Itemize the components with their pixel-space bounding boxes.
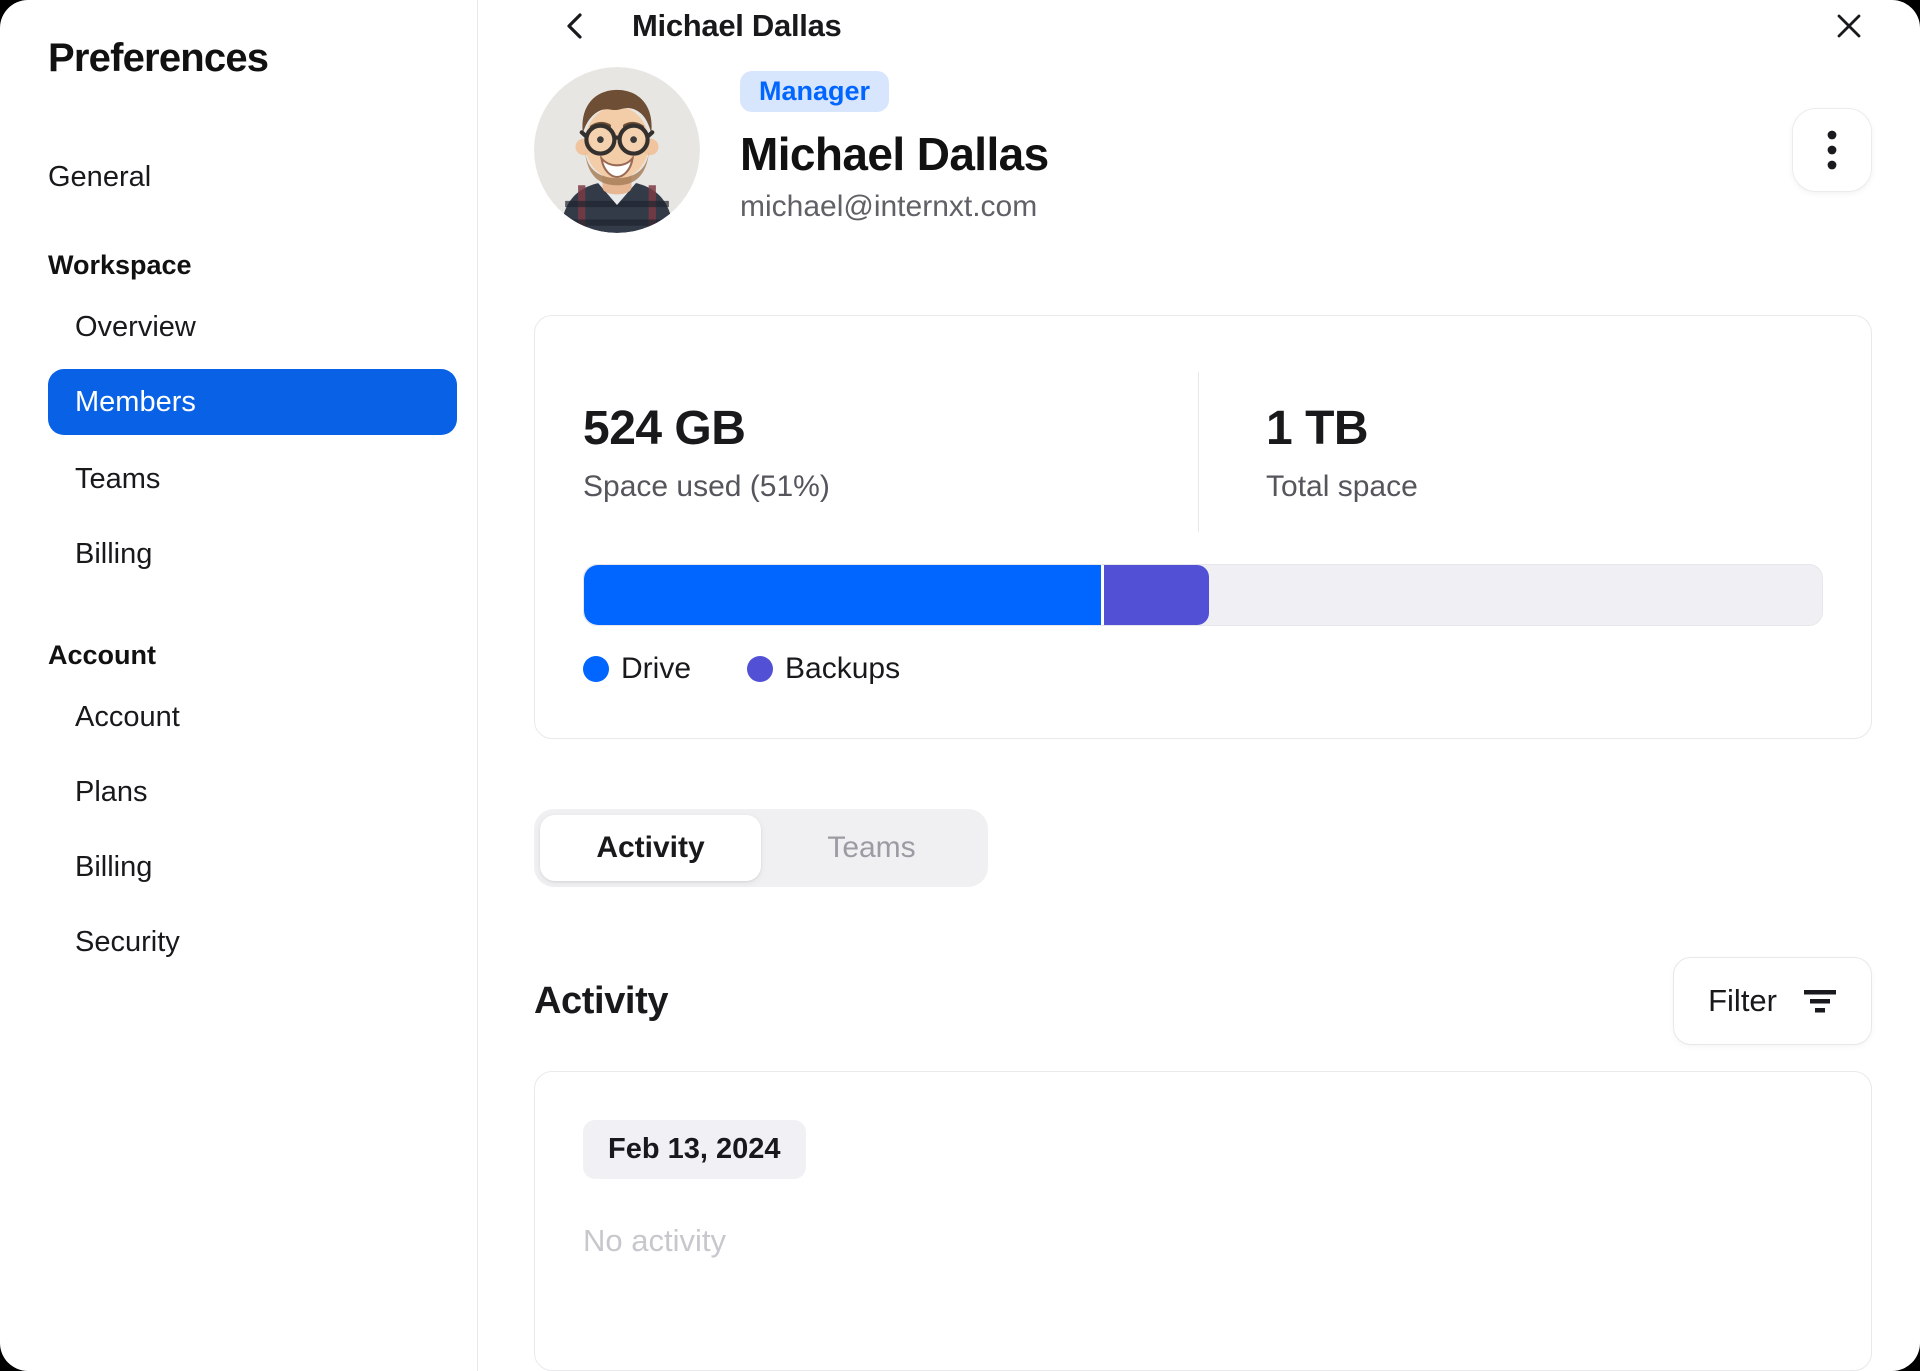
profile-row: Manager Michael Dallas michael@internxt.…: [534, 67, 1872, 233]
sidebar-item-teams[interactable]: Teams: [48, 448, 457, 510]
backups-dot-icon: [747, 656, 774, 682]
space-used-label: Space used (51%): [583, 469, 830, 503]
sidebar-item-members[interactable]: Members: [48, 369, 457, 435]
legend-item-backups: Backups: [747, 652, 900, 686]
detail-tabs: Activity Teams: [534, 809, 988, 887]
back-button[interactable]: [552, 3, 598, 49]
chevron-left-icon: [557, 8, 593, 44]
sidebar-item-account[interactable]: Account: [48, 686, 457, 748]
sidebar-item-account-billing[interactable]: Billing: [48, 836, 457, 898]
total-space-value: 1 TB: [1266, 401, 1369, 455]
space-used-value: 524 GB: [583, 401, 746, 455]
avatar-photo-icon: [534, 67, 700, 233]
sidebar-title: Preferences: [48, 36, 269, 80]
backups-legend-label: Backups: [785, 652, 901, 685]
filter-button-label: Filter: [1708, 983, 1777, 1018]
storage-bar-drive: [584, 565, 1104, 625]
sidebar-item-plans[interactable]: Plans: [48, 761, 457, 823]
activity-heading: Activity: [534, 979, 669, 1022]
filter-lines-icon: [1803, 988, 1837, 1014]
storage-card: 524 GB Space used (51%) 1 TB Total space…: [534, 315, 1872, 739]
close-button[interactable]: [1826, 3, 1872, 49]
sidebar-item-overview[interactable]: Overview: [48, 296, 457, 358]
storage-usage-bar: [583, 564, 1823, 626]
activity-card: Feb 13, 2024 No activity: [534, 1071, 1872, 1371]
storage-bar-backups: [1103, 565, 1210, 625]
activity-empty-text: No activity: [583, 1223, 726, 1258]
sidebar-item-workspace-billing[interactable]: Billing: [48, 523, 457, 585]
activity-date-chip: Feb 13, 2024: [583, 1120, 806, 1179]
drive-legend-label: Drive: [621, 652, 692, 685]
member-email: michael@internxt.com: [740, 190, 1038, 223]
kebab-menu-icon: [1826, 129, 1838, 171]
member-options-button[interactable]: [1792, 108, 1872, 192]
tab-teams[interactable]: Teams: [761, 815, 982, 881]
preferences-dialog: Preferences General Workspace Overview M…: [0, 0, 1920, 1371]
member-avatar: [534, 67, 700, 233]
sidebar-section-account: Account: [48, 639, 156, 670]
close-icon: [1831, 8, 1867, 44]
sidebar: Preferences General Workspace Overview M…: [0, 0, 478, 1371]
filter-button[interactable]: Filter: [1673, 957, 1872, 1045]
storage-legend: Drive Backups: [583, 652, 1823, 686]
role-badge: Manager: [740, 71, 890, 112]
sidebar-section-workspace: Workspace: [48, 249, 192, 280]
legend-item-drive: Drive: [583, 652, 691, 686]
sidebar-nav: General Workspace Overview Members Teams…: [48, 81, 457, 973]
total-space-label: Total space: [1266, 469, 1418, 503]
topbar: Michael Dallas: [534, 0, 1872, 51]
space-used-stat: 524 GB Space used (51%): [583, 401, 1198, 504]
activity-header-row: Activity Filter: [534, 957, 1872, 1045]
sidebar-item-security[interactable]: Security: [48, 911, 457, 973]
member-name: Michael Dallas: [740, 128, 1049, 180]
sidebar-item-general[interactable]: General: [48, 147, 457, 207]
drive-dot-icon: [583, 656, 609, 682]
storage-stats: 524 GB Space used (51%) 1 TB Total space: [583, 372, 1823, 532]
total-space-stat: 1 TB Total space: [1199, 401, 1418, 504]
topbar-title: Michael Dallas: [632, 7, 842, 43]
member-detail-panel: Michael Dallas Manager Michael Dallas mi…: [478, 0, 1920, 1371]
profile-info: Manager Michael Dallas michael@internxt.…: [740, 67, 1049, 233]
tab-activity[interactable]: Activity: [540, 815, 761, 881]
